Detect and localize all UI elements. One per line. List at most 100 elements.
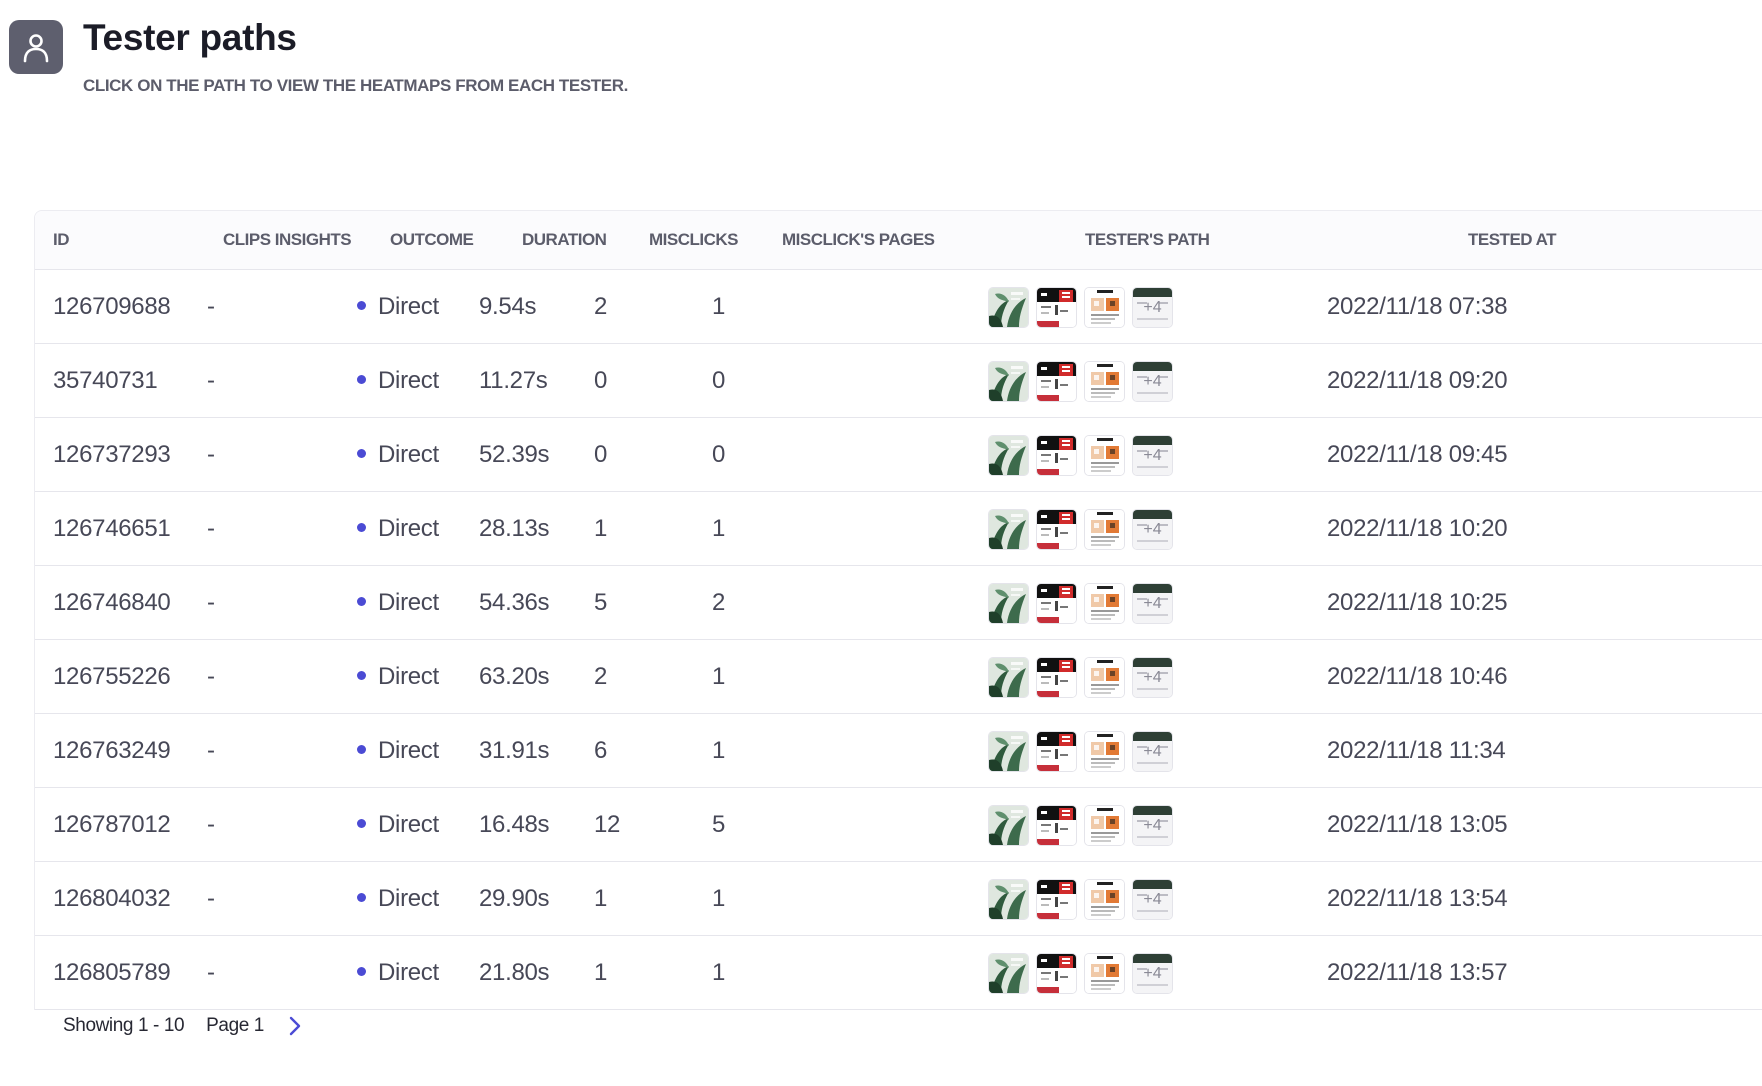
path-screen-thumbnail[interactable] (1085, 288, 1124, 327)
path-screen-thumbnail[interactable] (989, 806, 1028, 845)
path-screen-thumbnail[interactable]: +4 (1133, 288, 1172, 327)
path-screen-thumbnail[interactable] (1085, 510, 1124, 549)
next-page-button[interactable] (288, 1015, 302, 1037)
tester-path[interactable]: +4 (989, 880, 1172, 920)
path-screen-thumbnail[interactable]: +4 (1133, 732, 1172, 771)
tester-id: 126737293 (53, 441, 171, 468)
misclick-pages-value: 1 (712, 737, 726, 764)
column-header-misclicks[interactable]: MISCLICKS (649, 211, 739, 269)
pagination-page: Page 1 (206, 1015, 264, 1036)
outcome-label: Direct (378, 959, 439, 986)
tester-path[interactable]: +4 (989, 510, 1172, 550)
misclick-pages-value: 1 (712, 959, 726, 986)
chevron-right-icon (288, 1015, 302, 1037)
path-screen-thumbnail[interactable] (1085, 584, 1124, 623)
more-screens-count: +4 (1143, 521, 1162, 538)
tested-at-value: 2022/11/18 09:20 (1327, 367, 1508, 394)
table-body: 126709688 - Direct 9.54s 2 1 +4 2022/11/18 07:3… (35, 270, 1762, 1010)
path-screen-thumbnail[interactable] (989, 658, 1028, 697)
path-screen-thumbnail[interactable] (989, 880, 1028, 919)
clips-insights-value: - (207, 441, 215, 468)
path-screen-thumbnail[interactable] (989, 510, 1028, 549)
path-screen-thumbnail[interactable] (1085, 362, 1124, 401)
path-screen-thumbnail[interactable] (989, 362, 1028, 401)
path-screen-thumbnail[interactable] (989, 732, 1028, 771)
tester-path[interactable]: +4 (989, 436, 1172, 476)
path-screen-thumbnail[interactable] (1037, 288, 1076, 327)
tester-id: 126755226 (53, 663, 171, 690)
column-header-outcome[interactable]: OUTCOME (390, 211, 474, 269)
column-header-duration[interactable]: DURATION (522, 211, 607, 269)
column-header-id[interactable]: ID (53, 211, 70, 269)
path-screen-thumbnail[interactable] (989, 954, 1028, 993)
path-screen-thumbnail[interactable]: +4 (1133, 954, 1172, 993)
tester-id: 126787012 (53, 811, 171, 838)
path-screen-thumbnail[interactable] (1085, 658, 1124, 697)
path-screen-thumbnail[interactable]: +4 (1133, 806, 1172, 845)
table-row[interactable]: 126709688 - Direct 9.54s 2 1 +4 2022/11/18 07:3… (35, 270, 1762, 344)
table-row[interactable]: 126737293 - Direct 52.39s 0 0 +4 2022/11/18 09:… (35, 418, 1762, 492)
more-screens-count: +4 (1143, 669, 1162, 686)
path-screen-thumbnail[interactable] (1085, 806, 1124, 845)
path-screen-thumbnail[interactable] (1085, 436, 1124, 475)
path-screen-thumbnail[interactable] (1085, 880, 1124, 919)
tester-id: 126763249 (53, 737, 171, 764)
outcome-label: Direct (378, 441, 439, 468)
path-screen-thumbnail[interactable] (1037, 510, 1076, 549)
path-screen-thumbnail[interactable] (1037, 880, 1076, 919)
misclick-pages-value: 0 (712, 441, 726, 468)
path-screen-thumbnail[interactable] (1037, 658, 1076, 697)
tester-id: 35740731 (53, 367, 158, 394)
path-screen-thumbnail[interactable]: +4 (1133, 362, 1172, 401)
path-screen-thumbnail[interactable] (989, 436, 1028, 475)
outcome-cell: Direct (357, 492, 439, 565)
path-screen-thumbnail[interactable] (989, 288, 1028, 327)
outcome-label: Direct (378, 515, 439, 542)
path-screen-thumbnail[interactable]: +4 (1133, 584, 1172, 623)
tester-id: 126709688 (53, 293, 171, 320)
tester-path[interactable]: +4 (989, 806, 1172, 846)
tester-path[interactable]: +4 (989, 732, 1172, 772)
path-screen-thumbnail[interactable]: +4 (1133, 658, 1172, 697)
path-screen-thumbnail[interactable]: +4 (1133, 880, 1172, 919)
outcome-dot-icon (357, 819, 366, 829)
misclicks-value: 1 (594, 885, 608, 912)
misclicks-value: 12 (594, 811, 621, 838)
table-row[interactable]: 126804032 - Direct 29.90s 1 1 +4 2022/11/18 13:… (35, 862, 1762, 936)
tester-path[interactable]: +4 (989, 288, 1172, 328)
table-row[interactable]: 126755226 - Direct 63.20s 2 1 +4 2022/11/18 10:… (35, 640, 1762, 714)
table-row[interactable]: 35740731 - Direct 11.27s 0 0 +4 2022/11/18 09:2… (35, 344, 1762, 418)
path-screen-thumbnail[interactable] (989, 584, 1028, 623)
path-screen-thumbnail[interactable]: +4 (1133, 436, 1172, 475)
column-header-tested-at[interactable]: TESTED AT (1468, 211, 1557, 269)
table-row[interactable]: 126805789 - Direct 21.80s 1 1 +4 2022/11/18 13:… (35, 936, 1762, 1010)
path-screen-thumbnail[interactable] (1037, 584, 1076, 623)
column-header-clips-insights[interactable]: CLIPS INSIGHTS (223, 211, 352, 269)
path-screen-thumbnail[interactable] (1037, 732, 1076, 771)
user-icon (9, 20, 63, 74)
tested-at-value: 2022/11/18 13:05 (1327, 811, 1508, 838)
outcome-dot-icon (357, 301, 366, 311)
path-screen-thumbnail[interactable] (1037, 806, 1076, 845)
table-row[interactable]: 126763249 - Direct 31.91s 6 1 +4 2022/11/18 11:… (35, 714, 1762, 788)
table-row[interactable]: 126746651 - Direct 28.13s 1 1 +4 2022/11/18 10:… (35, 492, 1762, 566)
tester-path[interactable]: +4 (989, 584, 1172, 624)
table-row[interactable]: 126787012 - Direct 16.48s 12 5 +4 2022/11/18 13… (35, 788, 1762, 862)
path-screen-thumbnail[interactable] (1085, 732, 1124, 771)
tester-path[interactable]: +4 (989, 954, 1172, 994)
tester-path[interactable]: +4 (989, 362, 1172, 402)
path-screen-thumbnail[interactable]: +4 (1133, 510, 1172, 549)
tester-path[interactable]: +4 (989, 658, 1172, 698)
path-screen-thumbnail[interactable] (1037, 436, 1076, 475)
table-row[interactable]: 126746840 - Direct 54.36s 5 2 +4 2022/11/18 10:… (35, 566, 1762, 640)
path-screen-thumbnail[interactable] (1085, 954, 1124, 993)
more-screens-count: +4 (1143, 373, 1162, 390)
path-screen-thumbnail[interactable] (1037, 362, 1076, 401)
misclicks-value: 2 (594, 663, 608, 690)
misclicks-value: 2 (594, 293, 608, 320)
misclicks-value: 1 (594, 959, 608, 986)
column-header-misclick-pages[interactable]: MISCLICK'S PAGES (782, 211, 935, 269)
outcome-dot-icon (357, 893, 366, 903)
path-screen-thumbnail[interactable] (1037, 954, 1076, 993)
clips-insights-value: - (207, 811, 215, 838)
